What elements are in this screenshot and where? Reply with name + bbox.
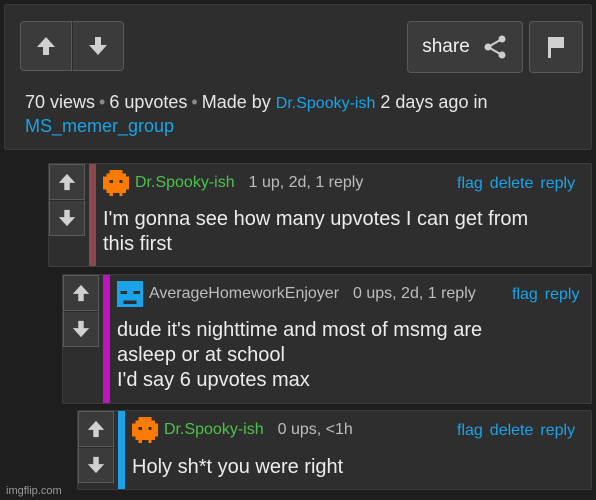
comment-vote-buttons [63, 275, 99, 347]
delete-link[interactable]: delete [490, 175, 534, 193]
comment-line: Holy sh*t you were right [132, 456, 344, 478]
comment-downvote-button[interactable] [78, 447, 114, 483]
flag-link[interactable]: flag [512, 286, 538, 304]
comment-upvote-button[interactable] [63, 275, 99, 311]
arrow-down-icon [58, 209, 76, 227]
comment-header: AverageHomeworkEnjoyer 0 ups, 2d, 1 repl… [117, 281, 476, 307]
arrow-down-icon [89, 37, 107, 55]
flag-link[interactable]: flag [457, 175, 483, 193]
comment-vote-buttons [49, 164, 85, 236]
thread-bar [103, 275, 110, 403]
comment-line: dude it's nighttime and most of msmg are [117, 319, 483, 341]
comment-header: Dr.Spooky-ish 0 ups, <1h [132, 417, 353, 443]
arrow-down-icon [72, 320, 90, 338]
post-panel: share 70 views • 6 upvotes • Made by Dr.Spoo… [4, 4, 592, 150]
view-count: 70 views [25, 92, 96, 112]
comment: Dr.Spooky-ish 0 ups, <1h flag delete rep… [77, 410, 592, 490]
thread-bar [118, 411, 125, 489]
comment-upvote-button[interactable] [49, 164, 85, 200]
arrow-up-icon [87, 420, 105, 438]
comment-vote-buttons [78, 411, 114, 483]
reply-link[interactable]: reply [545, 286, 580, 304]
comment-stats: 1 up, 2d, 1 reply [248, 174, 364, 191]
comment-stats: 0 ups, 2d, 1 reply [353, 285, 476, 302]
arrow-up-icon [72, 284, 90, 302]
avatar [132, 417, 158, 443]
separator: • [99, 92, 106, 112]
comment-line: this first [103, 233, 172, 255]
comment: Dr.Spooky-ish 1 up, 2d, 1 reply flag del… [48, 163, 592, 267]
comment: AverageHomeworkEnjoyer 0 ups, 2d, 1 repl… [62, 274, 592, 404]
comment-line: asleep or at school [117, 344, 285, 366]
post-time: 2 days ago in [380, 92, 488, 112]
flag-link[interactable]: flag [457, 422, 483, 440]
arrow-up-icon [58, 173, 76, 191]
comment-text: Holy sh*t you were right [132, 455, 343, 480]
separator: • [191, 92, 198, 112]
comment-actions: flag delete reply [457, 422, 575, 440]
share-icon [484, 35, 506, 59]
comment-author[interactable]: AverageHomeworkEnjoyer [149, 285, 339, 303]
watermark: imgflip.com [6, 485, 62, 497]
comment-actions: flag reply [512, 286, 579, 304]
share-label: share [422, 36, 470, 57]
comment-header: Dr.Spooky-ish 1 up, 2d, 1 reply [103, 170, 363, 196]
post-downvote-button[interactable] [72, 21, 124, 71]
post-author-link[interactable]: Dr.Spooky-ish [276, 95, 376, 112]
avatar [117, 281, 143, 307]
comment-downvote-button[interactable] [49, 200, 85, 236]
stream-link[interactable]: MS_memer_group [25, 116, 174, 136]
comment-line: I'd say 6 upvotes max [117, 369, 310, 391]
comment-author[interactable]: Dr.Spooky-ish [164, 421, 264, 439]
comment-downvote-button[interactable] [63, 311, 99, 347]
comment-stats: 0 ups, <1h [277, 421, 353, 438]
reply-link[interactable]: reply [540, 175, 575, 193]
comment-line: I'm gonna see how many upvotes I can get… [103, 208, 529, 230]
reply-link[interactable]: reply [540, 422, 575, 440]
post-vote-buttons [20, 21, 124, 71]
avatar [103, 170, 129, 196]
post-meta: 70 views • 6 upvotes • Made by Dr.Spooky-ish… [25, 91, 585, 137]
made-by-label: Made by [201, 92, 271, 112]
upvote-count: 6 upvotes [109, 92, 188, 112]
comment-text: dude it's nighttime and most of msmg are… [117, 318, 482, 393]
comment-text: I'm gonna see how many upvotes I can get… [103, 207, 528, 257]
comment-author[interactable]: Dr.Spooky-ish [135, 174, 235, 192]
thread-bar [89, 164, 96, 266]
arrow-down-icon [87, 456, 105, 474]
delete-link[interactable]: delete [490, 422, 534, 440]
flag-icon [548, 37, 564, 58]
post-flag-button[interactable] [529, 21, 583, 73]
comment-actions: flag delete reply [457, 175, 575, 193]
post-upvote-button[interactable] [20, 21, 72, 71]
arrow-up-icon [37, 37, 55, 55]
comment-upvote-button[interactable] [78, 411, 114, 447]
share-button[interactable]: share [407, 21, 523, 73]
